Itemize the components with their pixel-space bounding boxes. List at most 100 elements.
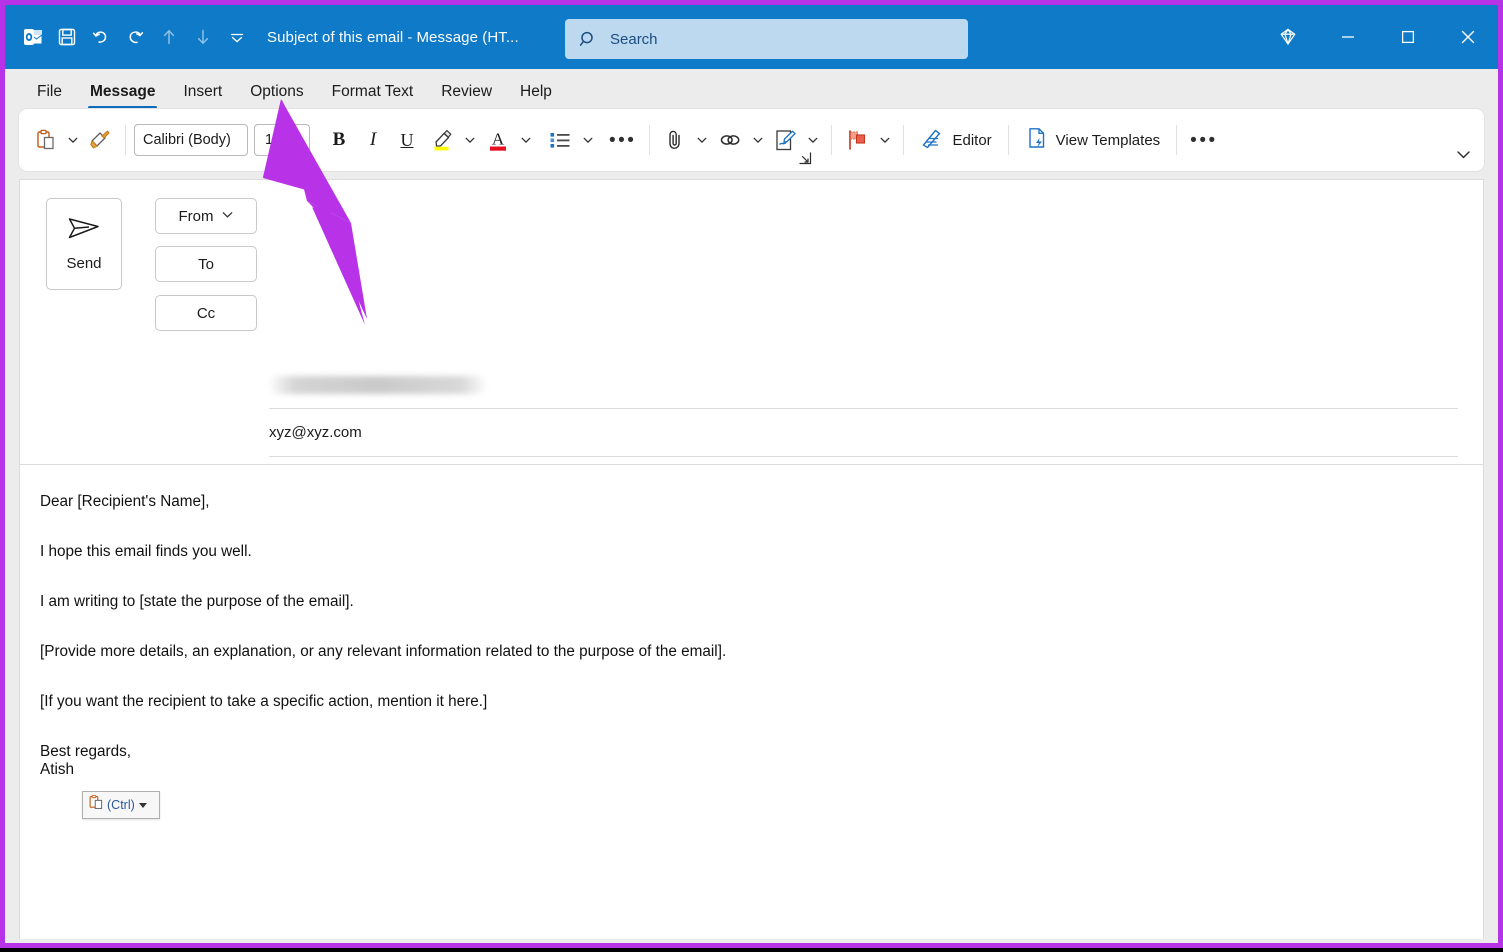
ribbon-toolbar: Calibri (Body) 11 B I U A ••• Editor Vie… xyxy=(19,109,1484,171)
more-formatting-label: ••• xyxy=(609,129,637,151)
to-field[interactable]: xyz@xyz.com xyxy=(269,409,1458,457)
ribbon-collapse-chevron-down-icon[interactable] xyxy=(1450,143,1476,165)
message-body[interactable]: Dear [Recipient's Name], I hope this ema… xyxy=(20,465,1483,939)
font-size-input[interactable]: 11 xyxy=(254,124,310,156)
document-title: Subject of this email - Message (HT... xyxy=(267,29,519,46)
font-name-value: Calibri (Body) xyxy=(143,132,231,148)
follow-up-flag-button[interactable] xyxy=(840,120,875,160)
text-highlight-color-button[interactable] xyxy=(424,120,460,160)
body-signature-name: Atish xyxy=(40,761,75,779)
body-paragraph-greeting: Dear [Recipient's Name], xyxy=(40,493,210,510)
underline-button[interactable]: U xyxy=(390,120,424,160)
bold-button[interactable]: B xyxy=(322,120,356,160)
ribbon-divider xyxy=(903,125,905,155)
next-item-icon[interactable] xyxy=(187,21,219,53)
previous-item-icon[interactable] xyxy=(153,21,185,53)
undo-icon[interactable] xyxy=(85,21,117,53)
paste-options-dropdown-icon[interactable] xyxy=(138,802,147,808)
to-label: To xyxy=(198,255,214,273)
to-value: xyz@xyz.com xyxy=(269,424,362,441)
paste-options-chevron-down-icon[interactable] xyxy=(63,120,83,160)
body-paragraph-purpose: I am writing to [state the purpose of th… xyxy=(40,593,354,611)
minimize-button[interactable] xyxy=(1318,5,1378,69)
italic-button[interactable]: I xyxy=(356,120,390,160)
save-icon[interactable] xyxy=(51,21,83,53)
ribbon-divider xyxy=(1007,125,1009,155)
tab-format-text[interactable]: Format Text xyxy=(318,75,428,109)
body-paragraph-opening: I hope this email finds you well. xyxy=(40,543,252,561)
font-size-value: 11 xyxy=(265,132,281,148)
view-templates-label: View Templates xyxy=(1055,131,1161,149)
search-input[interactable]: Search xyxy=(565,19,968,59)
maximize-button[interactable] xyxy=(1378,5,1438,69)
attach-chevron-down-icon[interactable] xyxy=(692,120,712,160)
ribbon-overflow-button[interactable]: ••• xyxy=(1185,120,1222,160)
highlight-chevron-down-icon[interactable] xyxy=(460,120,480,160)
from-button[interactable]: From xyxy=(155,198,257,234)
tab-review[interactable]: Review xyxy=(427,75,506,109)
bullets-chevron-down-icon[interactable] xyxy=(578,120,598,160)
outlook-compose-window: Subject of this email - Message (HT... Sea… xyxy=(0,0,1503,948)
tab-file[interactable]: File xyxy=(23,75,76,109)
customize-qat-icon[interactable] xyxy=(221,21,253,53)
view-templates-button[interactable]: View Templates xyxy=(1017,120,1169,160)
format-painter-button[interactable] xyxy=(83,120,117,160)
close-button[interactable] xyxy=(1438,5,1498,69)
ribbon-divider xyxy=(1176,125,1178,155)
tab-insert[interactable]: Insert xyxy=(169,75,236,109)
document-title-suffix: Message (HT... xyxy=(416,28,519,46)
compose-header: Send From To Cc redacted@email.com xyxy=(20,180,1483,557)
editor-button[interactable]: Editor xyxy=(912,120,999,160)
more-formatting-button[interactable]: ••• xyxy=(604,120,641,160)
bullets-button[interactable] xyxy=(542,120,578,160)
cc-label: Cc xyxy=(196,304,216,322)
title-bar: Subject of this email - Message (HT... Sea… xyxy=(5,5,1498,69)
compose-surface: Send From To Cc redacted@email.com xyxy=(19,179,1484,939)
ribbon-tab-strip: File Message Insert Options Format Text … xyxy=(5,69,1498,109)
font-size-chevron-down-icon[interactable] xyxy=(291,132,303,148)
tab-help[interactable]: Help xyxy=(506,75,566,109)
from-chevron-down-icon xyxy=(221,208,234,225)
ribbon-divider xyxy=(649,125,651,155)
body-paragraph-action: [If you want the recipient to take a spe… xyxy=(40,693,488,711)
document-title-separator: - xyxy=(407,28,413,46)
ribbon-divider xyxy=(125,125,126,155)
ribbon-divider xyxy=(831,125,833,155)
font-dialog-launcher-icon[interactable] xyxy=(795,149,813,167)
to-button[interactable]: To xyxy=(155,246,257,282)
body-paragraph-details: [Provide more details, an explanation, o… xyxy=(40,643,727,661)
clipboard-icon xyxy=(88,794,105,816)
paste-options-button[interactable]: (Ctrl) xyxy=(82,791,160,820)
link-button[interactable] xyxy=(712,120,748,160)
redo-icon[interactable] xyxy=(119,21,151,53)
tab-options[interactable]: Options xyxy=(236,75,317,109)
quick-access-toolbar xyxy=(5,21,253,53)
font-color-chevron-down-icon[interactable] xyxy=(516,120,536,160)
font-name-input[interactable]: Calibri (Body) xyxy=(134,124,248,156)
send-icon xyxy=(67,216,101,247)
cc-button[interactable]: Cc xyxy=(155,295,257,331)
outlook-app-icon[interactable] xyxy=(17,21,49,53)
search-icon xyxy=(579,30,598,49)
send-label: Send xyxy=(66,255,102,272)
paste-button[interactable] xyxy=(29,120,63,160)
link-chevron-down-icon[interactable] xyxy=(748,120,768,160)
follow-up-chevron-down-icon[interactable] xyxy=(875,120,895,160)
font-color-button[interactable]: A xyxy=(480,120,516,160)
ribbon-shell: File Message Insert Options Format Text … xyxy=(5,69,1498,943)
tab-message[interactable]: Message xyxy=(76,75,169,109)
from-label: From xyxy=(178,207,214,225)
ribbon-overflow-label: ••• xyxy=(1190,129,1218,151)
body-closing: Best regards, xyxy=(40,743,131,761)
view-templates-icon xyxy=(1025,126,1049,154)
document-title-subject: Subject of this email xyxy=(267,28,404,46)
send-button[interactable]: Send xyxy=(46,198,122,290)
from-field[interactable]: redacted@email.com xyxy=(269,361,1458,409)
editor-label: Editor xyxy=(952,131,992,149)
search-placeholder: Search xyxy=(610,30,658,48)
svg-text:A: A xyxy=(492,130,505,149)
attach-file-button[interactable] xyxy=(658,120,692,160)
diamond-icon[interactable] xyxy=(1258,5,1318,69)
paste-options-ctrl-label: (Ctrl) xyxy=(107,798,135,813)
from-value-redacted: redacted@email.com xyxy=(269,375,487,394)
